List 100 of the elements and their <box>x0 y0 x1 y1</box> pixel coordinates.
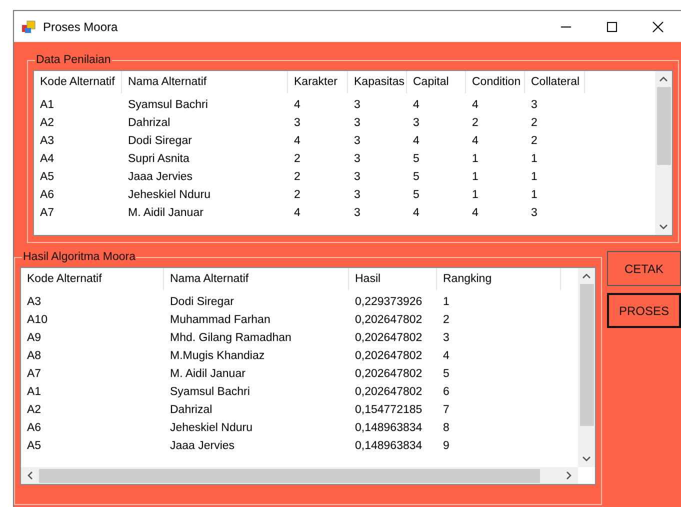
column-header[interactable]: Collateral <box>525 71 585 93</box>
column-header[interactable]: Hasil <box>349 268 437 290</box>
column-header[interactable]: Kapasitas <box>348 71 407 93</box>
table-cell-text: 1 <box>471 171 480 183</box>
table-cell-text: 4 <box>471 207 480 219</box>
table-cell-text: 0,202647802 <box>354 386 424 398</box>
table-cell-text: A3 <box>39 135 56 147</box>
table-cell-text: 0,148963834 <box>354 440 424 452</box>
table-cell-text: 2 <box>530 135 538 147</box>
column-header[interactable]: Rangking <box>437 268 561 290</box>
table-cell-text: 5 <box>442 368 450 380</box>
chevron-left-icon[interactable] <box>27 471 33 480</box>
table-cell-text: 6 <box>442 386 450 398</box>
table-cell-text: 5 <box>412 171 420 183</box>
table-cell-text: 1 <box>471 153 480 165</box>
column-header[interactable]: Kode Alternatif <box>21 268 164 290</box>
table-cell-text: 2 <box>442 314 450 326</box>
table-cell-text: Jaaa Jervies <box>127 171 194 183</box>
table-cell-text: A7 <box>39 207 56 219</box>
table-cell-text: 0,202647802 <box>354 332 424 344</box>
table-cell-text: A1 <box>26 386 42 398</box>
table-cell-text: Syamsul Bachri <box>169 386 251 398</box>
vertical-scrollbar[interactable] <box>578 268 595 467</box>
table-cell-text: 3 <box>353 207 362 219</box>
chevron-up-icon[interactable] <box>582 273 591 279</box>
window-title: Proses Moora <box>43 20 118 34</box>
table-cell-text: 3 <box>353 99 362 111</box>
column-header[interactable]: Nama Alternatif <box>122 71 288 93</box>
table-cell-text: 0,202647802 <box>354 350 424 362</box>
table-cell-text: Jaaa Jervies <box>169 440 236 452</box>
table-cell-text: A4 <box>39 153 56 165</box>
table-cell-text: 0,229373926 <box>354 296 424 308</box>
table-cell-text: A3 <box>26 296 42 308</box>
action-button[interactable]: PROSES <box>607 293 681 328</box>
table-cell-text: 1 <box>530 171 538 183</box>
table-cell-text: 4 <box>471 135 480 147</box>
table-cell-text: 3 <box>530 99 538 111</box>
group-title: Hasil Algoritma Moora <box>22 251 136 263</box>
table-cell-text: 4 <box>471 99 480 111</box>
table-cell-text: 3 <box>353 117 362 129</box>
table-cell-text: Supri Asnita <box>127 153 190 165</box>
table-cell-text: 4 <box>412 99 420 111</box>
table-cell-text: 4 <box>293 207 302 219</box>
table-cell-text: 2 <box>530 117 538 129</box>
table-cell-text: 2 <box>293 171 302 183</box>
column-header[interactable]: Kode Alternatif <box>34 71 122 93</box>
table-cell-text: 2 <box>293 189 302 201</box>
action-button[interactable]: CETAK <box>607 251 681 286</box>
table-cell-text: 5 <box>412 153 420 165</box>
table-cell-text: 4 <box>442 350 450 362</box>
table-cell-text: 5 <box>412 189 420 201</box>
column-header[interactable]: Karakter <box>288 71 348 93</box>
table-cell-text: 4 <box>412 135 420 147</box>
table-cell-text: 1 <box>530 153 538 165</box>
table-cell-text: 2 <box>293 153 302 165</box>
table-cell-text: Dahrizal <box>127 117 172 129</box>
table-cell-text: A6 <box>26 422 42 434</box>
chevron-down-icon[interactable] <box>659 224 668 230</box>
table-cell-text: Mhd. Gilang Ramadhan <box>169 332 292 344</box>
maximize-icon[interactable] <box>606 20 618 32</box>
table-cell-text: 3 <box>442 332 450 344</box>
chevron-up-icon[interactable] <box>659 76 668 82</box>
table-cell-text: A6 <box>39 189 56 201</box>
table-cell-text: A1 <box>39 99 56 111</box>
table-cell-text: 7 <box>442 404 450 416</box>
chevron-down-icon[interactable] <box>582 456 591 462</box>
table-cell-text: 0,154772185 <box>354 404 424 416</box>
column-header[interactable]: Capital <box>407 71 466 93</box>
table-cell-text: 4 <box>293 99 302 111</box>
vertical-scrollbar[interactable] <box>655 71 672 235</box>
table-cell-text: Syamsul Bachri <box>127 99 209 111</box>
table-cell-text: Dodi Siregar <box>169 296 235 308</box>
table-cell-text: 3 <box>412 117 420 129</box>
table-cell-text: 1 <box>442 296 450 308</box>
app-icon <box>22 20 36 34</box>
table-cell-text: M. Aidil Januar <box>127 207 204 219</box>
table-cell-text: 3 <box>353 189 362 201</box>
table-cell-text: 3 <box>353 153 362 165</box>
table-cell-text: 9 <box>442 440 450 452</box>
close-icon[interactable] <box>652 20 664 32</box>
horizontal-scrollbar[interactable] <box>21 467 578 484</box>
table-cell-text: 3 <box>353 171 362 183</box>
table-cell-text: A5 <box>39 171 56 183</box>
table-cell-text: Dodi Siregar <box>127 135 193 147</box>
table-cell-text: M. Aidil Januar <box>169 368 246 380</box>
table-cell-text: 0,148963834 <box>354 422 424 434</box>
table-cell-text: Jeheskiel Nduru <box>169 422 254 434</box>
column-header[interactable]: Nama Alternatif <box>164 268 349 290</box>
table-cell-text: A2 <box>26 404 42 416</box>
table-cell-text: 4 <box>412 207 420 219</box>
table-cell-text: Jeheskiel Nduru <box>127 189 212 201</box>
chevron-right-icon[interactable] <box>566 471 572 480</box>
table-cell-text: 3 <box>530 207 538 219</box>
table-cell-text: A2 <box>39 117 56 129</box>
group-title: Data Penilaian <box>35 54 112 66</box>
table-cell-text: Muhammad Farhan <box>169 314 272 326</box>
table-cell-text: 0,202647802 <box>354 368 424 380</box>
table-cell-text: A10 <box>26 314 48 326</box>
column-header[interactable]: Condition <box>466 71 525 93</box>
table-cell-text: 8 <box>442 422 450 434</box>
